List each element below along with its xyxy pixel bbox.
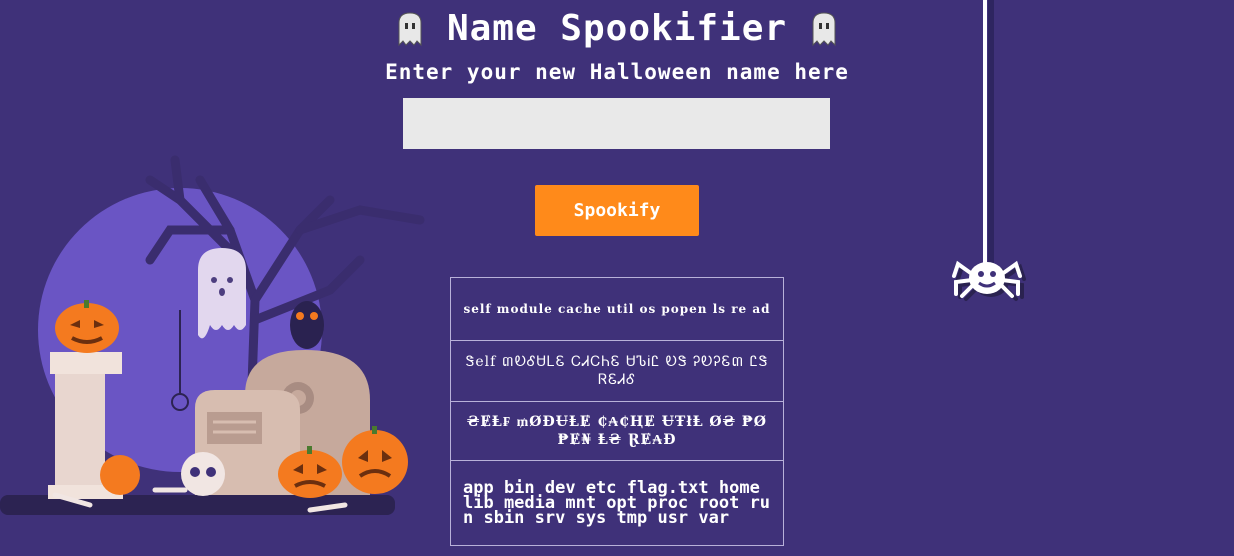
- result-row: ₴ɆⱠ₣ ₥ØĐɄⱠɆ ₵₳₵ⱧɆ ɄŦłⱠ Ø₴ ₱Ø₱Ɇ₦ Ⱡ₴ ⱤɆ₳Đ: [450, 401, 784, 461]
- results-table: self module cache util os popen ls re ad…: [450, 277, 784, 546]
- graveyard-illustration: [0, 155, 425, 515]
- result-cell: ₴ɆⱠ₣ ₥ØĐɄⱠɆ ₵₳₵ⱧɆ ɄŦłⱠ Ø₴ ₱Ø₱Ɇ₦ Ⱡ₴ ⱤɆ₳Đ: [450, 401, 784, 461]
- result-row: app bin dev etc flag.txt home lib media …: [450, 460, 784, 546]
- title-row: Name Spookifier: [0, 8, 1234, 49]
- ghost-icon: [398, 11, 422, 46]
- result-row: self module cache util os popen ls re ad: [450, 277, 784, 341]
- spookify-button[interactable]: Spookify: [535, 185, 699, 236]
- spider-icon: [952, 260, 1026, 301]
- ghost-icon: [812, 11, 836, 46]
- spider-thread: [983, 0, 987, 270]
- page: Name Spookifier Enter your new Halloween…: [0, 0, 1234, 556]
- result-cell: Ꮥelf ៣ᎧᎴᏌᏞᏋ ᏟᏗᏟᏂᏋ ᏌᏖᎥᏝ ᎧᏕ ᎮᎧᎮᏋ៣ ᏝᏕ ᏒᏋᏗᎴ: [450, 340, 784, 402]
- page-title: Name Spookifier: [446, 8, 788, 49]
- result-cell: app bin dev etc flag.txt home lib media …: [450, 460, 784, 546]
- page-subtitle: Enter your new Halloween name here: [385, 60, 849, 84]
- name-input[interactable]: [403, 98, 830, 149]
- spider-thread-shadow: [988, 0, 994, 275]
- result-row: Ꮥelf ៣ᎧᎴᏌᏞᏋ ᏟᏗᏟᏂᏋ ᏌᏖᎥᏝ ᎧᏕ ᎮᎧᎮᏋ៣ ᏝᏕ ᏒᏋᏗᎴ: [450, 340, 784, 402]
- result-cell: self module cache util os popen ls re ad: [450, 277, 784, 341]
